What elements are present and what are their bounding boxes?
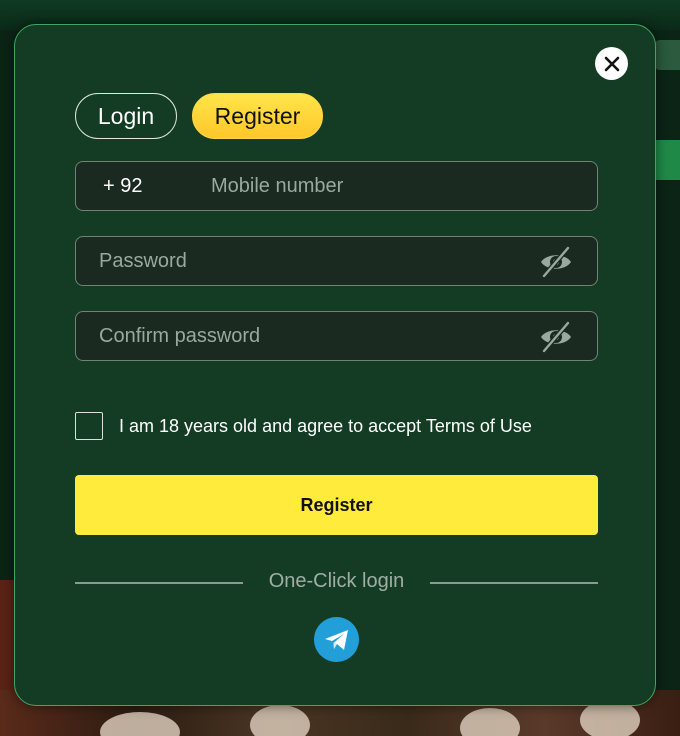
divider-right <box>430 582 598 584</box>
confirm-password-input[interactable] <box>99 312 519 360</box>
password-field <box>75 236 598 286</box>
password-input[interactable] <box>99 237 519 285</box>
register-modal: Login Register + 92 I am 18 years old an… <box>14 24 656 706</box>
close-icon <box>604 56 619 71</box>
terms-label[interactable]: I am 18 years old and agree to accept Te… <box>119 416 532 437</box>
confirm-password-field <box>75 311 598 361</box>
country-code-prefix[interactable]: + 92 <box>103 162 142 210</box>
backdrop-side-element <box>654 40 680 70</box>
terms-checkbox[interactable] <box>75 412 103 440</box>
eye-off-icon[interactable] <box>539 320 573 354</box>
tab-login[interactable]: Login <box>75 93 177 139</box>
close-button[interactable] <box>595 47 628 80</box>
terms-agreement: I am 18 years old and agree to accept Te… <box>75 412 532 440</box>
register-button[interactable]: Register <box>75 475 598 535</box>
mobile-number-field: + 92 <box>75 161 598 211</box>
telegram-icon <box>324 629 348 650</box>
tab-register[interactable]: Register <box>192 93 323 139</box>
eye-off-icon[interactable] <box>539 245 573 279</box>
auth-tabs: Login Register <box>75 93 323 139</box>
mobile-number-input[interactable] <box>211 162 571 210</box>
telegram-login-button[interactable] <box>314 617 359 662</box>
